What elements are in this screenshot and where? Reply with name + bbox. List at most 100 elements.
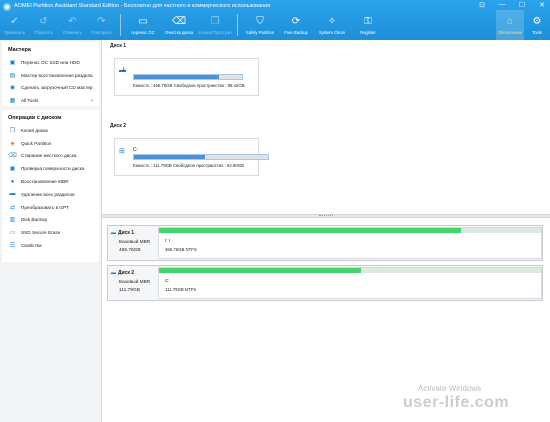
wizards-title: Мастера [8,47,31,53]
window-title: AOMEI Partition Assistant Standard Editi… [14,3,271,9]
clone-icon: ❐ [210,15,220,27]
partition-card-disk-1[interactable]: ▬ I: Емкость : 465.76GB Свободное простр… [114,58,259,96]
partition-usage-bar [159,268,541,273]
migrate-os-icon: ▭ [138,15,148,27]
main-area: Диск 1 ▬ I: Емкость : 465.76GB Свободное… [102,40,550,422]
sidebar-item-copy-disk[interactable]: ❐ Копия диска [2,124,99,137]
capacity-info: Емкость : 111.79GB Свободное пространств… [133,163,244,168]
migrate-os-button[interactable]: ▭ перенос ОС [125,10,161,40]
volume-name: I: [123,67,126,73]
disk-2-label: Диск 2 [110,123,127,129]
sidebar-item-quick-partition[interactable]: ◈ Quick Partition [2,137,99,150]
disk-operations-title: Операции с диском [8,115,62,121]
volume-name: C: [133,147,138,153]
safely-partition-button[interactable]: ⛉ Safely Partition [242,10,278,40]
delete-icon: ▬ [9,191,16,198]
migrate-icon: ▣ [9,59,16,66]
toolbar-divider [237,14,238,36]
window-controls: ⊡ — ☐ ✕ [477,1,547,9]
copy-icon: ❐ [9,127,16,134]
sidebar-item-all-tools[interactable]: ▦ All Tools › [2,94,99,107]
capacity-info: Емкость : 465.76GB Свободное пространств… [133,83,245,88]
disk-row-1[interactable]: ▬ Диск 1 Базовый MBR 465.76GB I: I 465.7… [107,225,543,261]
clean-icon: ✧ [327,15,337,27]
grid-icon: ▦ [9,98,16,105]
restore-icon[interactable]: ⊡ [477,1,487,9]
system-clean-button[interactable]: ✧ System Clean [314,10,350,40]
sidebar-item-convert-gpt[interactable]: ⇄ Преобразовать в GPT [2,201,99,214]
convert-icon: ⇄ [9,204,16,211]
maximize-button[interactable]: ☐ [517,1,527,9]
partition-usage-fill [159,228,461,233]
partition-usage-fill [159,268,362,273]
reset-button[interactable]: ↺ Сбросить [29,10,58,40]
site-watermark: user-life.com [403,394,510,411]
recovery-icon: ▤ [9,72,16,79]
reset-icon: ↺ [39,15,48,27]
mbr-icon: ● [10,178,15,185]
check-icon: ✔ [10,15,19,27]
quick-partition-icon: ◈ [10,140,15,147]
redo-button[interactable]: ↷ Повторить [87,10,116,40]
usage-bar-fill [134,155,206,159]
sidebar-item-rebuild-mbr[interactable]: ● Восстановление MBR [2,175,99,188]
close-button[interactable]: ✕ [537,1,547,9]
cd-icon: ◉ [9,85,16,92]
splitter-grip[interactable] [319,215,333,217]
windows-icon: ⊞ [119,148,125,155]
sidebar-item-surface-test[interactable]: ▣ Проверка поверхности диска [2,162,99,175]
disk-row-header: ▬ Диск 1 Базовый MBR 465.76GB [111,230,151,253]
activation-watermark: Activate Windows [418,384,482,393]
ssd-icon: ▭ [9,230,16,237]
register-button[interactable]: ⚿ Register [350,10,386,40]
shield-icon: ⛉ [256,15,264,27]
gear-icon: ⚙ [532,15,542,27]
sidebar-item-disk-backup[interactable]: ▥ Disk Backup [2,214,99,227]
sidebar: Мастера ▣ Перенос ОС SSD или HDD ▤ Масте… [0,40,102,422]
eraser-icon: ⌫ [8,153,17,160]
minimize-button[interactable]: — [497,1,507,9]
disk-1-label: Диск 1 [110,43,127,49]
sidebar-item-wipe-disk[interactable]: ⌫ Стирание жесткого диска [2,150,99,163]
toolbar-divider [120,14,121,36]
disk-operations-panel: Операции с диском ❐ Копия диска ◈ Quick … [2,110,99,262]
backup-icon: ▥ [9,217,16,224]
properties-icon: ☰ [9,243,16,250]
wizards-panel: Мастера ▣ Перенос ОС SSD или HDD ▤ Масте… [2,42,99,106]
partition-block[interactable]: I: I 465.76GB NTFS [158,227,542,259]
sidebar-item-properties[interactable]: ☰ Свойства [2,239,99,252]
backup-icon: ⟳ [291,15,301,27]
sidebar-item-partition-recovery[interactable]: ▤ Мастер восстановления раздела [2,69,99,82]
usage-bar-fill [134,75,220,79]
usage-bar [133,74,243,80]
title-bar: AOMEI Partition Assistant Standard Editi… [0,0,550,40]
sidebar-item-delete-all-partitions[interactable]: ▬ Удаление всех разделов [2,188,99,201]
usage-bar [133,154,269,160]
disk-row-header: ▬ Диск 2 Базовый MBR 111.79GB [111,270,151,293]
wipe-disk-icon: ⌫ [171,15,187,27]
redo-icon: ↷ [97,15,106,27]
wipe-disk-button[interactable]: ⌫ Очистка диска [161,10,197,40]
disk-icon: ▬ [111,230,116,236]
apply-button[interactable]: ✔ Применить [0,10,29,40]
tools-button[interactable]: ⚙ Tools [525,10,549,40]
toolbar: ✔ Применить ↺ Сбросить ↶ Отменить ↷ Повт… [0,10,550,40]
check-disk-icon: ▣ [9,166,16,173]
clone-button[interactable]: ❐ клонир Простран [197,10,233,40]
sidebar-item-bootable-cd[interactable]: ◉ Сделать загрузочный CD мастер [2,82,99,95]
undo-icon: ↶ [68,15,77,27]
free-backup-button[interactable]: ⟳ Free Backup [278,10,314,40]
register-icon: ⚿ [364,15,372,27]
sidebar-item-migrate-os[interactable]: ▣ Перенос ОС SSD или HDD [2,56,99,69]
disk-row-2[interactable]: ▬ Диск 2 Базовый MBR 111.79GB C: 111.79G… [107,265,543,301]
chevron-right-icon: › [91,97,93,104]
pane-splitter[interactable] [102,214,550,218]
disk-icon: ▬ [111,270,116,276]
home-icon: ⌂ [506,15,514,27]
undo-button[interactable]: ↶ Отменить [58,10,87,40]
update-button[interactable]: ⌂ Обновление [496,10,524,40]
partition-card-disk-2[interactable]: ⊞ C: Емкость : 111.79GB Свободное простр… [114,138,269,176]
sidebar-item-ssd-secure-erase[interactable]: ▭ SSD Secure Erase [2,226,99,239]
partition-block[interactable]: C: 111.79GB NTFS [158,267,542,299]
partition-usage-bar [159,228,541,233]
